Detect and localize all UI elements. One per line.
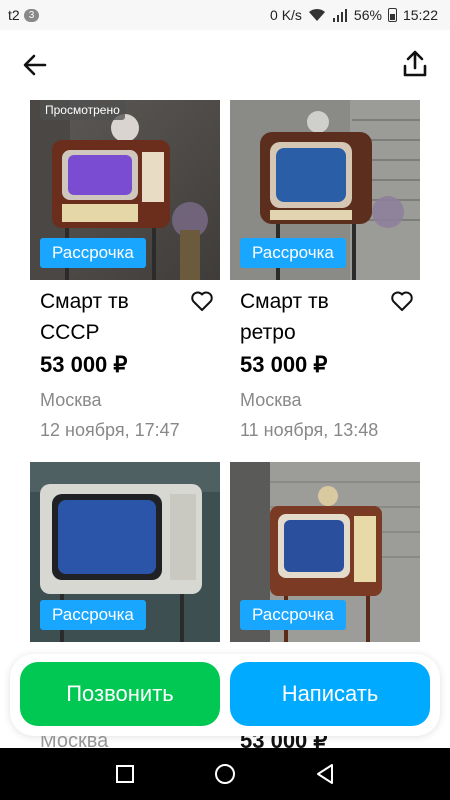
share-button[interactable] [400, 48, 430, 80]
status-bar: t2 3 0 K/s 56% 15:22 [0, 0, 450, 30]
signal-icon [332, 9, 347, 22]
listing-photo[interactable]: Рассрочка [230, 462, 420, 642]
back-button[interactable] [20, 50, 50, 80]
status-left: t2 3 [8, 7, 40, 23]
share-upload-icon [403, 50, 427, 77]
listing-photo[interactable]: Просмотрено Рассрочка [30, 100, 220, 280]
home-icon[interactable] [213, 762, 237, 786]
installment-badge: Рассрочка [240, 600, 346, 630]
listing-card[interactable]: Рассрочка Смарт тв ретро 53 000 ₽ Москва… [230, 100, 420, 440]
write-message-button[interactable]: Написать [230, 662, 430, 726]
battery-percent: 56% [353, 7, 382, 23]
listing-photo[interactable]: Рассрочка [230, 100, 420, 280]
favorite-heart-icon[interactable] [390, 290, 414, 312]
top-app-bar [0, 30, 450, 100]
installment-badge: Рассрочка [40, 238, 146, 268]
battery-icon [387, 8, 397, 22]
listing-price: 53 000 ₽ [240, 352, 328, 377]
listings-grid[interactable]: Просмотрено Рассрочка Смарт тв СССР 53 0… [0, 100, 450, 748]
sim-count-badge: 3 [23, 8, 40, 22]
system-nav-bar [0, 748, 450, 800]
listing-card[interactable]: Рассрочка [230, 462, 420, 642]
installment-badge: Рассрочка [240, 238, 346, 268]
call-button[interactable]: Позвонить [20, 662, 220, 726]
carrier-name: t2 [8, 7, 20, 23]
listing-photo[interactable]: Рассрочка [30, 462, 220, 642]
listing-card[interactable]: Рассрочка [30, 462, 220, 642]
listing-city: Москва [40, 390, 102, 410]
wifi-icon [308, 8, 325, 21]
clock: 15:22 [402, 7, 438, 23]
contact-actions-panel: Позвонить Написать [10, 654, 440, 736]
recent-apps-icon[interactable] [113, 762, 137, 786]
listing-title[interactable]: Смарт тв СССР [40, 286, 180, 348]
listing-city: Москва [240, 390, 302, 410]
viewed-badge: Просмотрено [40, 100, 125, 120]
favorite-heart-icon[interactable] [190, 290, 214, 312]
arrow-left-icon [23, 54, 47, 76]
listing-price: 53 000 ₽ [40, 352, 128, 377]
listing-date: 11 ноября, 13:48 [240, 420, 379, 440]
listing-date: 12 ноября, 17:47 [40, 420, 180, 440]
listing-title[interactable]: Смарт тв ретро [240, 286, 380, 348]
back-nav-icon[interactable] [313, 762, 337, 786]
status-right: 0 K/s 56% 15:22 [270, 7, 438, 23]
listing-card[interactable]: Просмотрено Рассрочка Смарт тв СССР 53 0… [30, 100, 220, 440]
installment-badge: Рассрочка [40, 600, 146, 630]
net-speed: 0 K/s [270, 7, 302, 23]
